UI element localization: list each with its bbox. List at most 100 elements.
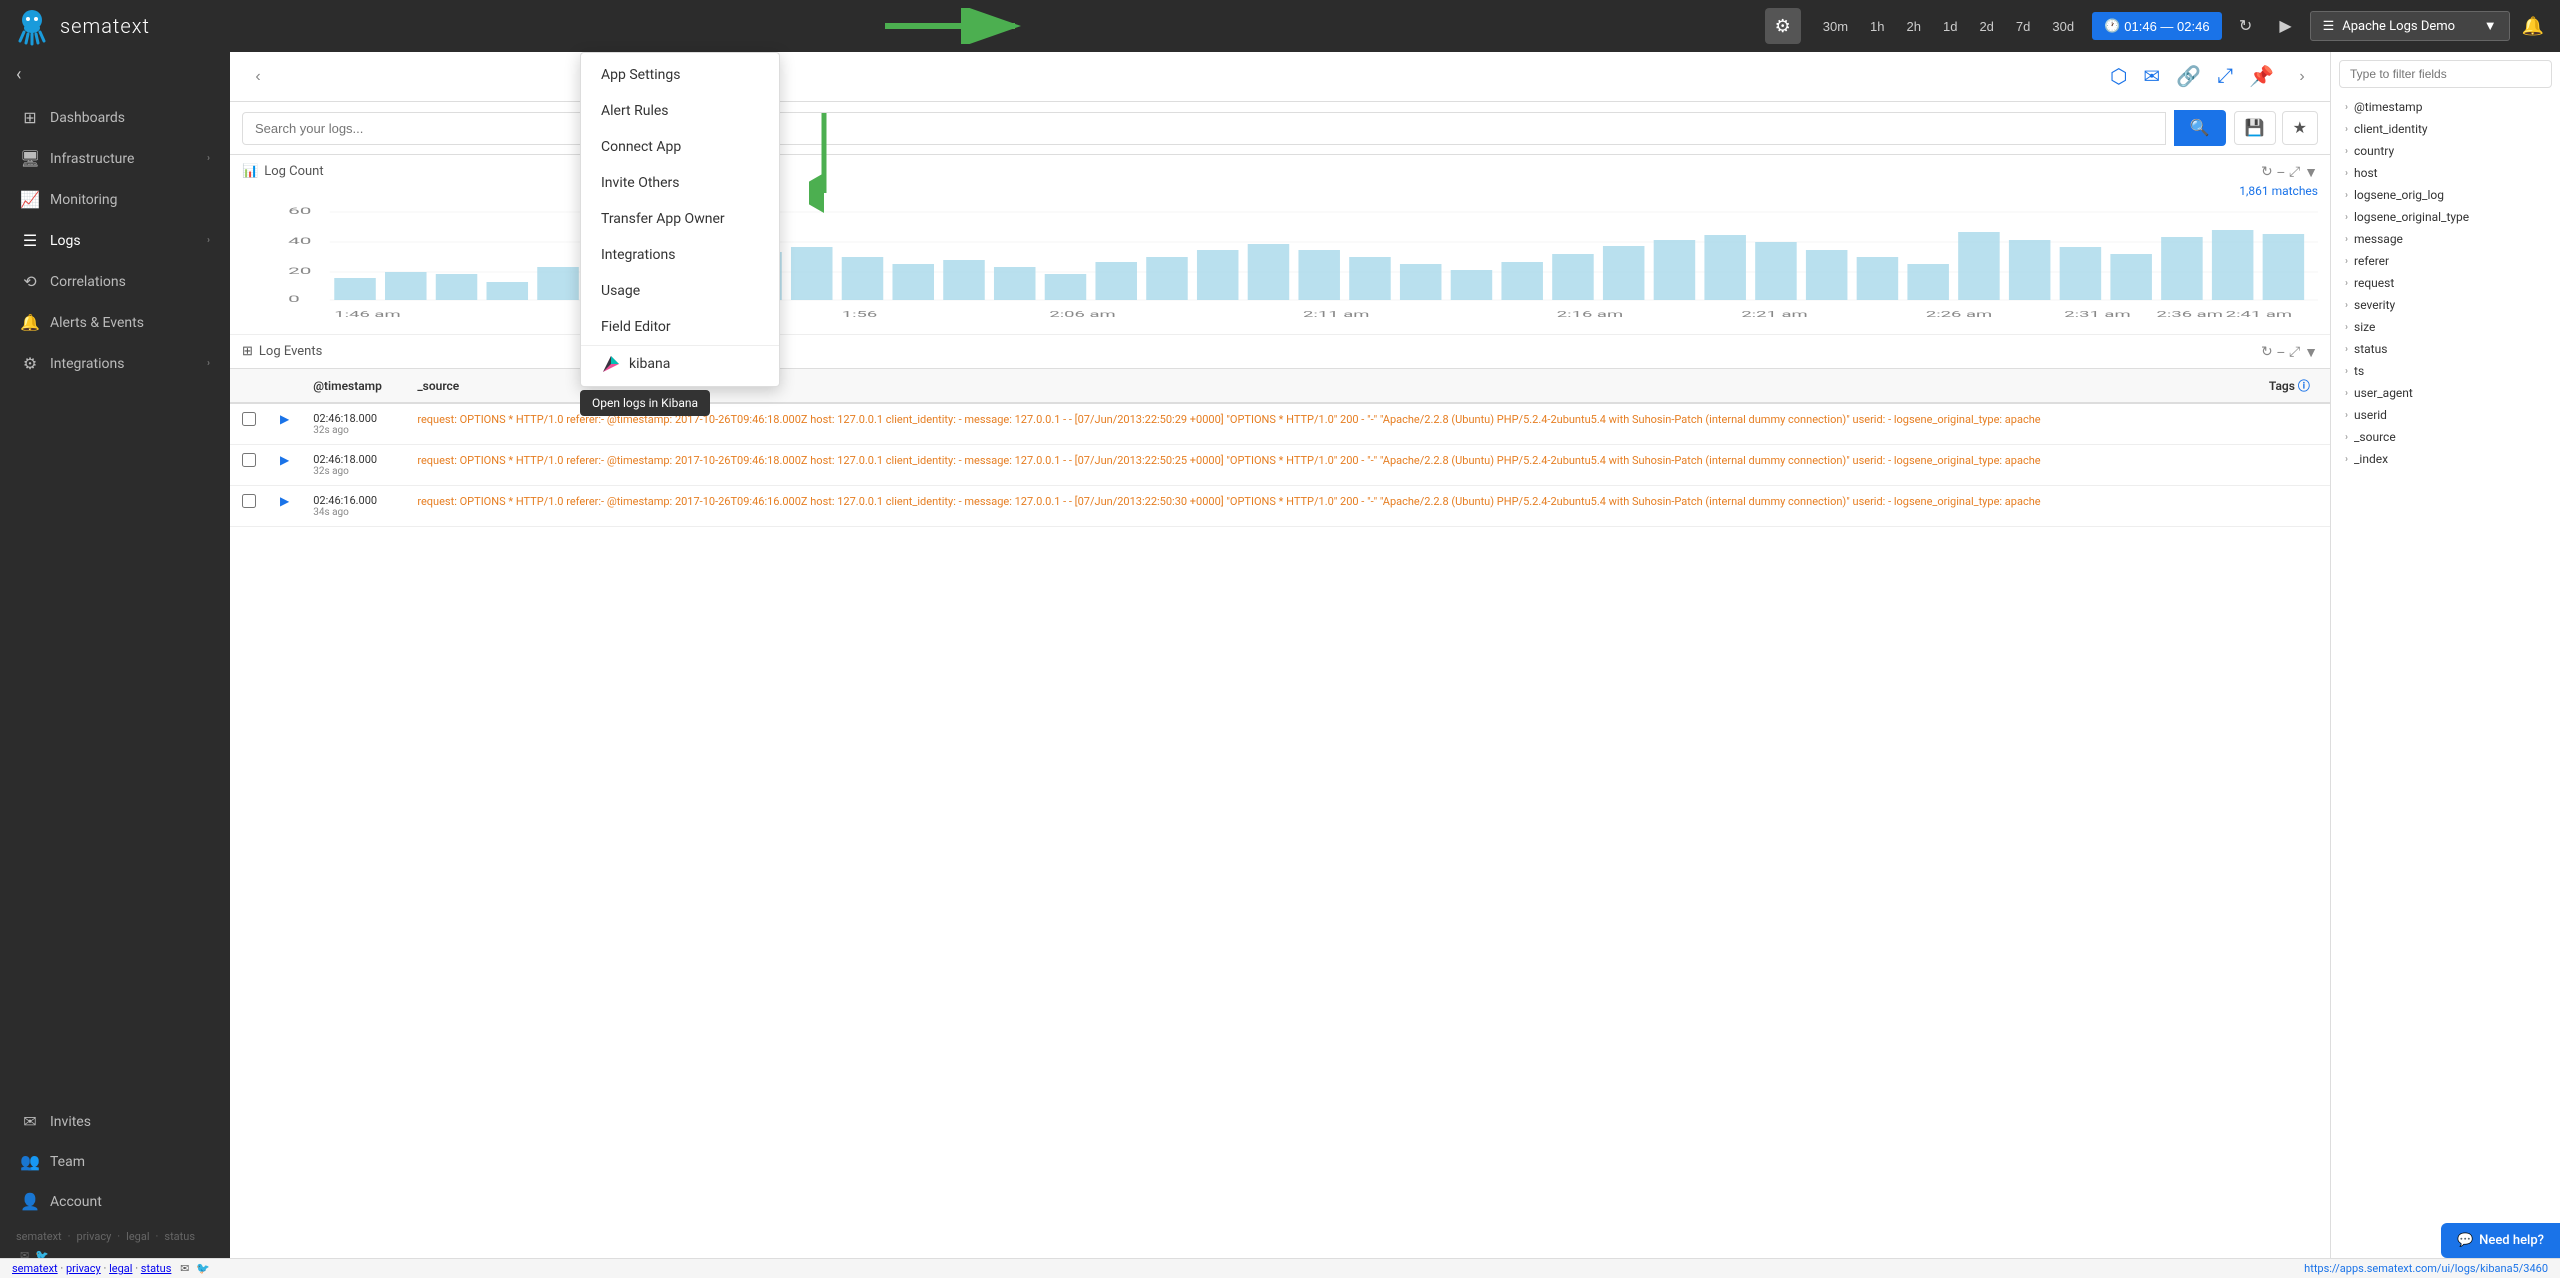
row-timestamp: 02:46:18.000 32s ago [301, 445, 405, 486]
field-list-item[interactable]: › status [2339, 338, 2552, 360]
field-name: severity [2354, 298, 2395, 312]
cubes-button[interactable]: ⬡ [2106, 60, 2131, 93]
sidebar-item-account[interactable]: 👤 Account [4, 1182, 226, 1221]
footer-legal[interactable]: legal [126, 1230, 149, 1243]
search-input[interactable] [242, 112, 2166, 145]
play-button[interactable]: ▶ [2270, 10, 2302, 42]
more-chart-button[interactable]: ▼ [2304, 163, 2318, 180]
svg-text:2:11 am: 2:11 am [1303, 310, 1369, 319]
log-table: @timestamp _source Tags ⓘ ▶ 02:46:18.000… [230, 369, 2330, 527]
sidebar-item-label: Team [50, 1154, 210, 1170]
dropdown-usage[interactable]: Usage [581, 273, 779, 309]
expand-chart-button[interactable]: ⤢ [2289, 163, 2300, 180]
dropdown-alert-rules[interactable]: Alert Rules [581, 93, 779, 129]
sidebar-item-alerts[interactable]: 🔔 Alerts & Events [4, 303, 226, 342]
field-list-item[interactable]: › logsene_orig_log [2339, 184, 2552, 206]
dropdown-connect-app[interactable]: Connect App [581, 129, 779, 165]
notification-bell[interactable]: 🔔 [2518, 12, 2548, 41]
invites-icon: ✉ [20, 1112, 40, 1131]
minimize-chart-button[interactable]: − [2277, 163, 2285, 180]
status-privacy[interactable]: privacy [66, 1262, 101, 1275]
field-list-item[interactable]: › logsene_original_type [2339, 206, 2552, 228]
kibana-logo-icon [601, 354, 621, 374]
save-search-button[interactable]: 💾 [2234, 111, 2276, 145]
field-name: request [2354, 276, 2394, 290]
dropdown-invite-others[interactable]: Invite Others [581, 165, 779, 201]
time-1h[interactable]: 1h [1860, 13, 1894, 40]
field-list-item[interactable]: › country [2339, 140, 2552, 162]
sidebar-item-team[interactable]: 👥 Team [4, 1142, 226, 1181]
logo-text: sematext [60, 14, 150, 38]
expand-button[interactable]: ⤢ [2213, 61, 2237, 92]
dropdown-transfer-owner[interactable]: Transfer App Owner [581, 201, 779, 237]
pin-button[interactable]: 📌 [2245, 60, 2278, 93]
favorite-button[interactable]: ★ [2282, 111, 2318, 145]
app-selector[interactable]: ☰ Apache Logs Demo ▼ [2310, 11, 2510, 41]
sidebar-item-infrastructure[interactable]: 🖥 Infrastructure › [4, 139, 226, 178]
dropdown-field-editor[interactable]: Field Editor [581, 309, 779, 345]
table-row[interactable]: ▶ 02:46:16.000 34s ago request: OPTIONS … [230, 486, 2330, 527]
sidebar-item-invites[interactable]: ✉ Invites [4, 1102, 226, 1141]
footer-sematext[interactable]: sematext [16, 1230, 62, 1243]
field-list-item[interactable]: › size [2339, 316, 2552, 338]
row-expand[interactable]: ▶ [268, 445, 301, 486]
sidebar-item-monitoring[interactable]: 📈 Monitoring [4, 180, 226, 219]
field-list-item[interactable]: › _source [2339, 426, 2552, 448]
table-row[interactable]: ▶ 02:46:18.000 32s ago request: OPTIONS … [230, 445, 2330, 486]
time-2h[interactable]: 2h [1897, 13, 1931, 40]
table-row[interactable]: ▶ 02:46:18.000 32s ago request: OPTIONS … [230, 403, 2330, 445]
main-layout: ‹ ⊞ Dashboards 🖥 Infrastructure › 📈 Moni… [0, 52, 2560, 1278]
field-list-item[interactable]: › @timestamp [2339, 96, 2552, 118]
field-list-item[interactable]: › client_identity [2339, 118, 2552, 140]
field-filter-input[interactable] [2339, 60, 2552, 88]
sidebar-item-correlations[interactable]: ⟲ Correlations [4, 262, 226, 301]
next-button[interactable]: › [2286, 61, 2318, 93]
row-checkbox[interactable] [230, 486, 268, 527]
link-button[interactable]: 🔗 [2172, 60, 2205, 93]
status-status[interactable]: status [141, 1262, 172, 1275]
status-sematext[interactable]: sematext [12, 1262, 58, 1275]
time-30d[interactable]: 30d [2042, 13, 2084, 40]
field-list-item[interactable]: › user_agent [2339, 382, 2552, 404]
refresh-log-button[interactable]: ↻ [2261, 343, 2273, 360]
field-list-item[interactable]: › userid [2339, 404, 2552, 426]
sidebar-item-logs[interactable]: ☰ Logs › [4, 221, 226, 260]
dropdown-app-settings[interactable]: App Settings [581, 57, 779, 93]
sidebar-toggle[interactable]: ‹ [0, 52, 230, 97]
time-2d[interactable]: 2d [1969, 13, 2003, 40]
search-button[interactable]: 🔍 [2174, 110, 2226, 146]
time-range-button[interactable]: 🕐 01:46 — 02:46 [2092, 12, 2221, 40]
field-name: host [2354, 166, 2378, 180]
time-30m[interactable]: 30m [1813, 13, 1858, 40]
refresh-chart-button[interactable]: ↻ [2261, 163, 2273, 180]
email-alert-button[interactable]: ✉ [2139, 60, 2164, 93]
field-list-item[interactable]: › request [2339, 272, 2552, 294]
row-expand[interactable]: ▶ [268, 403, 301, 445]
field-list-item[interactable]: › message [2339, 228, 2552, 250]
gear-button[interactable]: ⚙ [1765, 8, 1801, 44]
expand-log-button[interactable]: ⤢ [2289, 343, 2300, 360]
time-1d[interactable]: 1d [1933, 13, 1967, 40]
dropdown-kibana[interactable]: kibana [581, 345, 779, 382]
field-list-item[interactable]: › host [2339, 162, 2552, 184]
field-list-item[interactable]: › referer [2339, 250, 2552, 272]
field-list-item[interactable]: › ts [2339, 360, 2552, 382]
row-checkbox[interactable] [230, 445, 268, 486]
footer-privacy[interactable]: privacy [77, 1230, 112, 1243]
need-help-widget[interactable]: 💬 Need help? [2441, 1223, 2560, 1258]
chevron-right-icon: › [207, 358, 210, 369]
sidebar-item-dashboards[interactable]: ⊞ Dashboards [4, 98, 226, 137]
field-list-item[interactable]: › severity [2339, 294, 2552, 316]
status-legal[interactable]: legal [109, 1262, 132, 1275]
field-list-item[interactable]: › _index [2339, 448, 2552, 470]
refresh-button[interactable]: ↻ [2230, 10, 2262, 42]
footer-status[interactable]: status [164, 1230, 195, 1243]
row-checkbox[interactable] [230, 403, 268, 445]
row-expand[interactable]: ▶ [268, 486, 301, 527]
dropdown-integrations[interactable]: Integrations [581, 237, 779, 273]
minimize-log-button[interactable]: − [2277, 343, 2285, 360]
time-7d[interactable]: 7d [2006, 13, 2040, 40]
more-log-button[interactable]: ▼ [2304, 343, 2318, 360]
prev-button[interactable]: ‹ [242, 61, 274, 93]
sidebar-item-integrations[interactable]: ⚙ Integrations › [4, 344, 226, 383]
